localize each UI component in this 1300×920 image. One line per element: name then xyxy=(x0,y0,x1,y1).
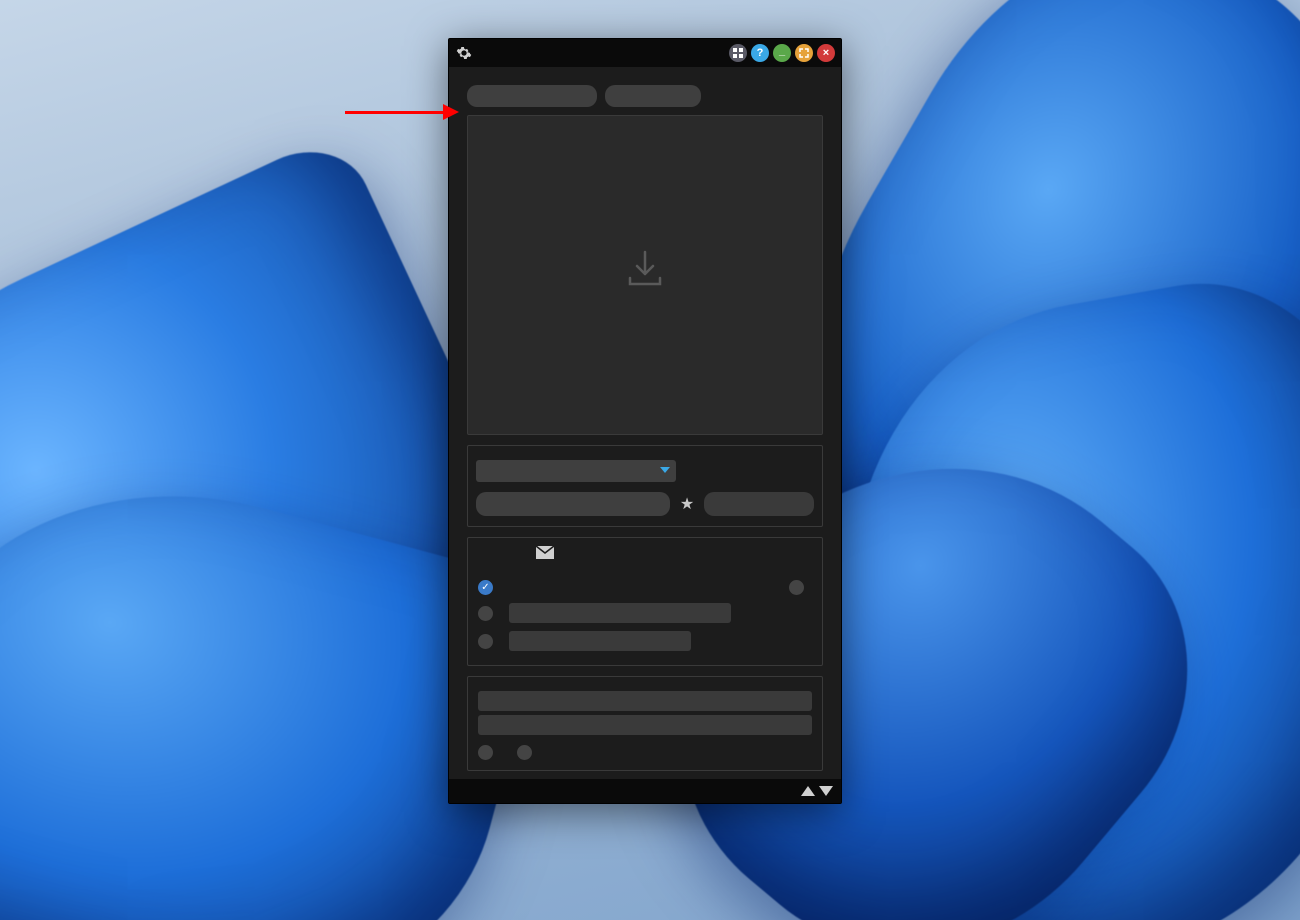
presets-button[interactable] xyxy=(729,44,747,62)
progress-status-bar xyxy=(478,691,812,711)
star-icon: ★ xyxy=(680,496,694,513)
chevron-down-icon xyxy=(660,467,670,473)
clear-button[interactable] xyxy=(605,85,701,107)
footer xyxy=(449,779,841,803)
mail-icon xyxy=(536,546,554,559)
close-button[interactable]: × xyxy=(817,44,835,62)
work-inactivity-checkbox[interactable] xyxy=(478,745,493,760)
choose-function-label xyxy=(476,452,814,460)
function-section: ★ xyxy=(467,445,823,527)
choose-files-label xyxy=(461,75,829,85)
open-destination-checkbox[interactable]: ✓ xyxy=(478,580,493,595)
app-window: ? _ × xyxy=(448,38,842,804)
cancel-button[interactable] xyxy=(704,492,814,516)
suffix-input[interactable] xyxy=(509,603,731,623)
function-dropdown[interactable] xyxy=(476,460,676,482)
progress-percent-bar xyxy=(478,715,812,735)
file-drop-zone[interactable] xyxy=(467,115,823,435)
browse-button[interactable] xyxy=(467,85,597,107)
favorite-button[interactable]: ★ xyxy=(678,494,696,514)
output-section: ✓ xyxy=(467,537,823,666)
add-suffix-checkbox[interactable] xyxy=(478,606,493,621)
display-checkbox[interactable] xyxy=(517,745,532,760)
gear-icon xyxy=(456,45,472,61)
change-checkbox[interactable] xyxy=(789,580,804,595)
progress-label xyxy=(478,683,812,687)
minimize-button[interactable]: _ xyxy=(773,44,791,62)
start-function-button[interactable] xyxy=(476,492,670,516)
minus-icon: _ xyxy=(779,45,785,57)
expand-down-button[interactable] xyxy=(819,786,833,796)
close-icon: × xyxy=(823,47,829,59)
progress-section xyxy=(467,676,823,771)
subfolder-input[interactable] xyxy=(509,631,691,651)
settings-button[interactable] xyxy=(455,44,473,62)
destination-path[interactable] xyxy=(478,562,812,576)
grid-icon xyxy=(733,48,743,58)
expand-icon xyxy=(799,48,809,58)
create-subfolder-checkbox[interactable] xyxy=(478,634,493,649)
download-icon xyxy=(624,250,666,288)
expand-up-button[interactable] xyxy=(801,786,815,796)
mail-button[interactable] xyxy=(536,546,554,562)
titlebar[interactable]: ? _ × xyxy=(449,39,841,67)
help-button[interactable]: ? xyxy=(751,44,769,62)
help-icon: ? xyxy=(757,47,764,59)
maximize-button[interactable] xyxy=(795,44,813,62)
